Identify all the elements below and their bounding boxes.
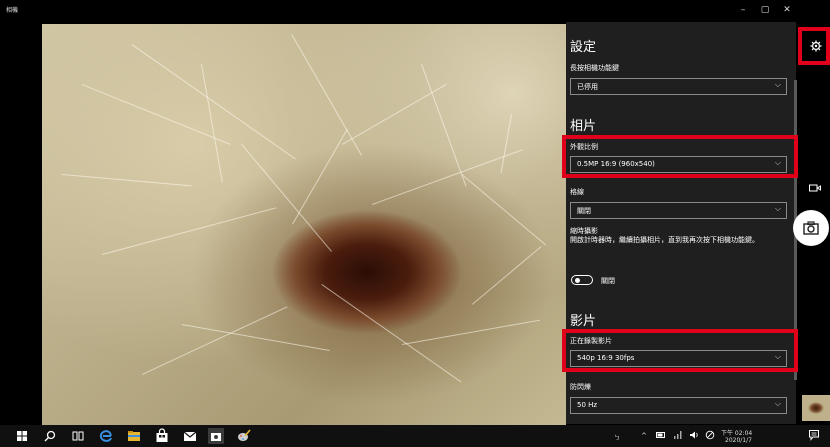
- hair-strand: [142, 306, 288, 375]
- hold-button-label: 長按相機功能鍵: [570, 64, 619, 72]
- photos-section-title: 相片: [570, 119, 597, 134]
- grid-value: 關閉: [577, 207, 591, 215]
- app-title: 相機: [6, 7, 19, 14]
- hair-strand: [181, 324, 330, 352]
- paint-icon[interactable]: [236, 428, 252, 444]
- take-photo-button[interactable]: [793, 210, 829, 246]
- hair-strand: [292, 128, 348, 225]
- hair-strand: [131, 44, 296, 160]
- maximize-button[interactable]: ▢: [756, 3, 774, 17]
- gear-icon[interactable]: [810, 40, 822, 52]
- search-icon[interactable]: [42, 428, 58, 444]
- flicker-value: 50 Hz: [577, 401, 598, 409]
- timelapse-description: 開啟計時器時，繼續拍攝相片，直到我再次按下相機功能鍵。: [570, 236, 759, 244]
- hair-strand: [421, 64, 467, 187]
- last-photo-thumbnail[interactable]: [802, 395, 830, 421]
- edge-browser-icon[interactable]: [98, 428, 114, 444]
- network-globe-icon[interactable]: [705, 430, 715, 440]
- hair-strand: [321, 284, 462, 383]
- toggle-knob: [575, 278, 580, 283]
- title-bar: 相機 – ▢ ✕: [0, 0, 830, 22]
- hold-button-value: 已停用: [577, 83, 598, 91]
- hair-strand: [61, 174, 192, 187]
- hair-strand: [102, 207, 277, 255]
- minimize-button[interactable]: –: [734, 3, 752, 17]
- hair-strand: [81, 84, 231, 145]
- battery-icon[interactable]: [656, 430, 666, 440]
- videos-section-title: 影片: [570, 314, 597, 329]
- video-mode-icon[interactable]: [809, 183, 821, 193]
- flicker-dropdown[interactable]: 50 Hz ⌵: [570, 397, 787, 414]
- aspect-ratio-highlight: [562, 135, 798, 178]
- clock-date[interactable]: 2020/1/7: [725, 437, 752, 444]
- volume-icon[interactable]: [689, 430, 699, 440]
- task-view-icon[interactable]: [70, 428, 86, 444]
- hair-strand: [472, 246, 542, 305]
- grid-label: 格線: [570, 188, 584, 196]
- mail-icon[interactable]: [182, 428, 198, 444]
- hold-button-dropdown[interactable]: 已停用 ⌵: [570, 78, 787, 95]
- hair-strand: [500, 113, 512, 174]
- camera-app-taskbar-icon[interactable]: [208, 428, 224, 444]
- timelapse-toggle-state: 關閉: [601, 277, 615, 285]
- video-recording-highlight: [562, 329, 798, 372]
- hair-strand: [241, 144, 332, 252]
- flicker-label: 防閃爍: [570, 383, 591, 391]
- hair-strand: [402, 319, 541, 345]
- store-icon[interactable]: [154, 428, 170, 444]
- hair-strand: [201, 64, 223, 183]
- camera-icon: [803, 221, 819, 235]
- grid-dropdown[interactable]: 關閉 ⌵: [570, 202, 787, 219]
- close-button[interactable]: ✕: [778, 3, 796, 17]
- settings-title: 設定: [570, 40, 597, 55]
- chevron-down-icon: ⌵: [774, 399, 781, 408]
- clock-time[interactable]: 下午 02:04: [721, 428, 752, 437]
- notifications-icon[interactable]: [808, 429, 820, 441]
- windows-start-icon[interactable]: [14, 428, 30, 444]
- people-icon[interactable]: ㄅ: [614, 433, 620, 442]
- chevron-down-icon: ⌵: [774, 80, 781, 89]
- camera-preview: [42, 24, 566, 426]
- chevron-down-icon: ⌵: [774, 204, 781, 213]
- hair-strand: [372, 149, 523, 205]
- hair-strand: [461, 174, 547, 246]
- network-icon[interactable]: [673, 430, 683, 440]
- chevron-up-icon[interactable]: ^: [641, 432, 647, 440]
- taskbar: ㄅ ^ 下午 02:04 2020/1/7: [0, 425, 830, 447]
- file-explorer-icon[interactable]: [126, 428, 142, 444]
- timelapse-toggle[interactable]: [571, 275, 593, 285]
